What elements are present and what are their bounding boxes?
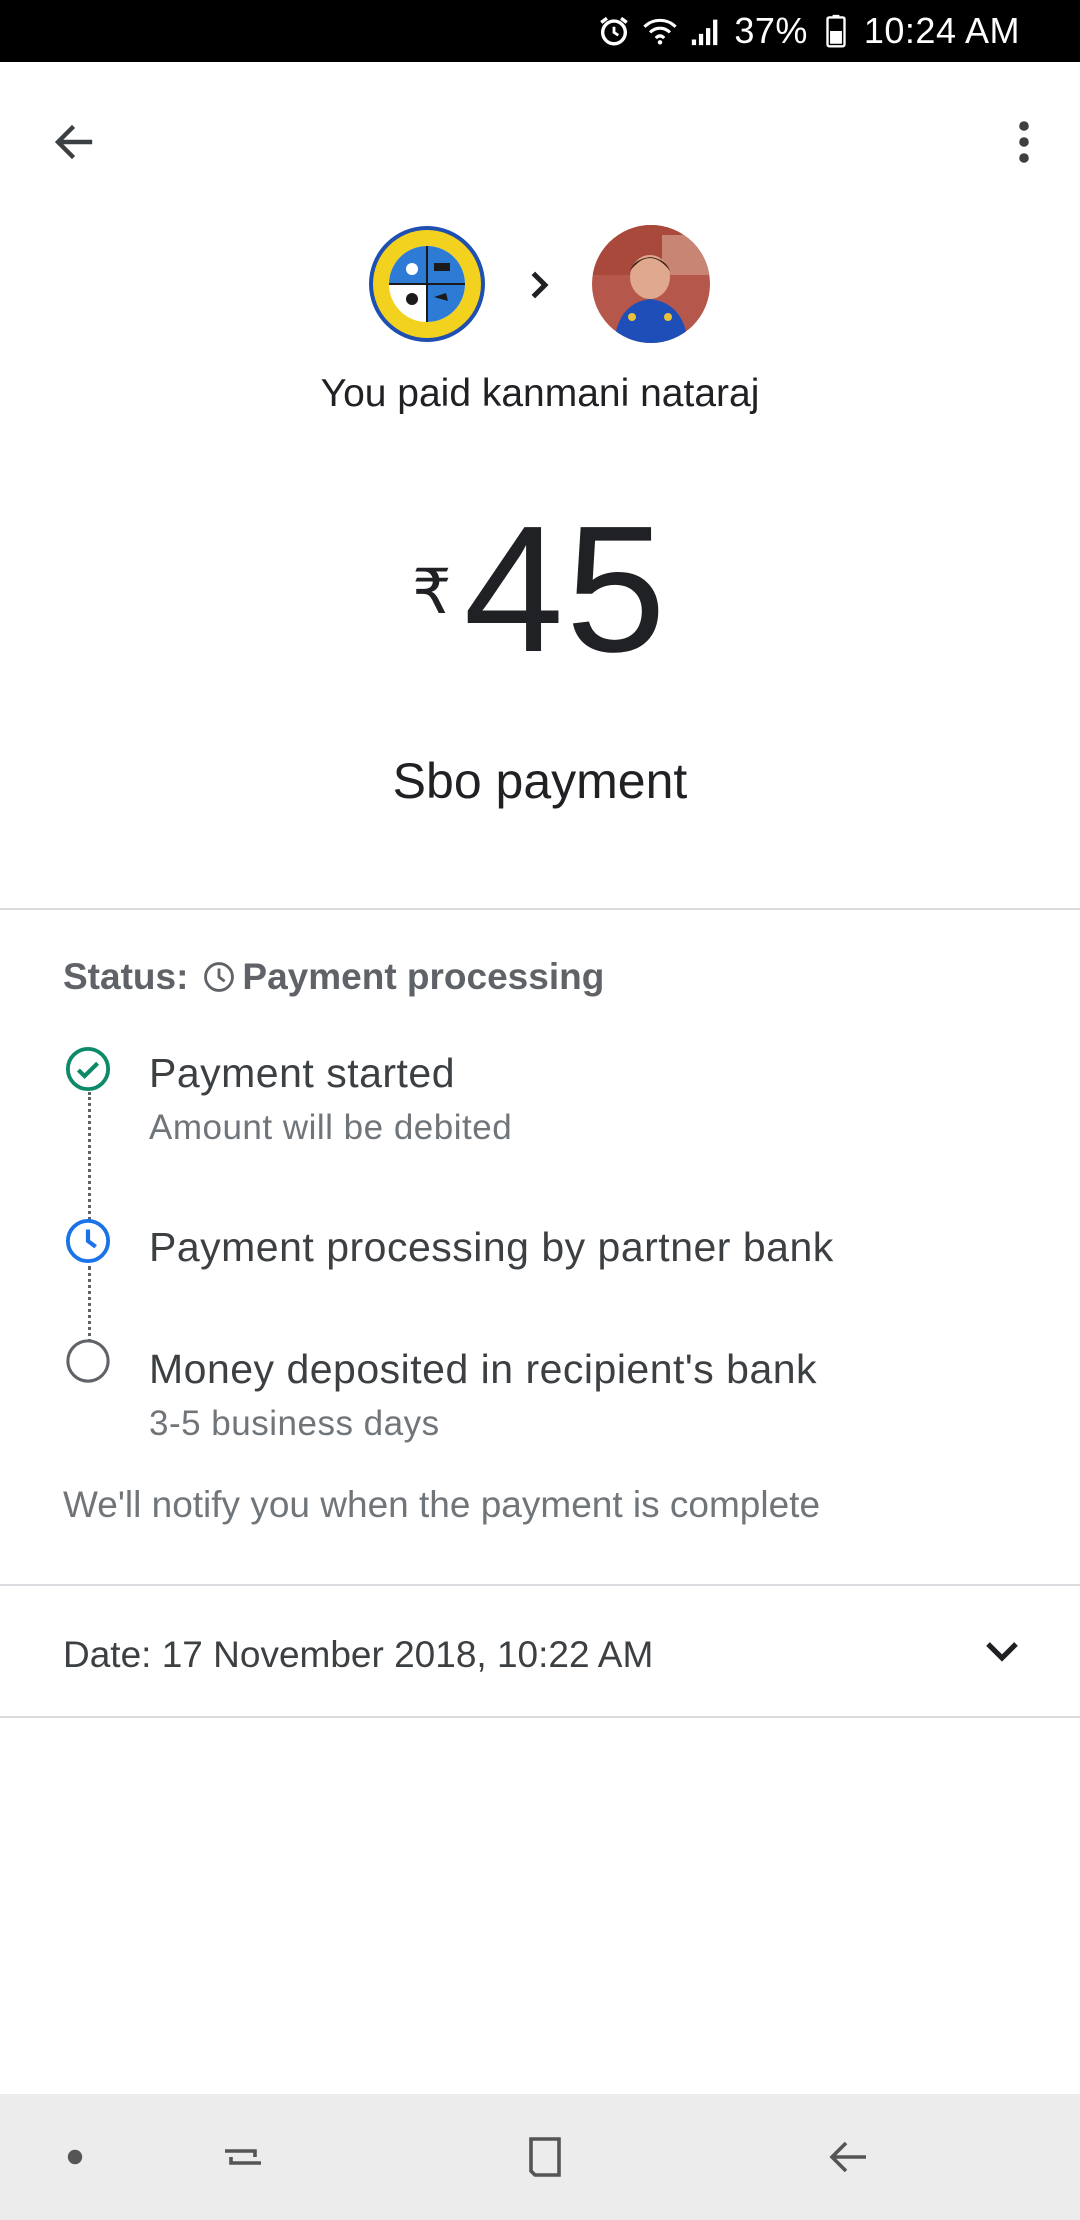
nav-back-icon[interactable] xyxy=(815,2124,881,2190)
battery-percent: 37% xyxy=(734,10,808,51)
payment-note: Sbo payment xyxy=(392,753,688,809)
clock-icon xyxy=(65,1218,111,1264)
clock-icon xyxy=(202,960,236,994)
notify-text: We'll notify you when the payment is com… xyxy=(63,1484,821,1525)
arrow-back-icon xyxy=(54,124,93,160)
payment-parties xyxy=(0,225,1080,345)
status-value: Payment processing xyxy=(242,956,605,997)
clock-time: 10:24 AM xyxy=(863,10,1020,51)
step-subtitle: Amount will be debited xyxy=(149,1108,513,1147)
recipient-photo xyxy=(592,225,710,343)
divider xyxy=(0,908,1080,910)
step-title: Money deposited in recipient's bank xyxy=(149,1346,818,1392)
amount-value: 45 xyxy=(463,489,668,690)
recent-apps-icon[interactable] xyxy=(210,2124,276,2190)
more-options-button[interactable] xyxy=(992,110,1056,174)
step-subtitle: 3-5 business days xyxy=(149,1404,440,1443)
more-vert-icon xyxy=(1019,121,1029,163)
paid-to-text: You paid kanmani nataraj xyxy=(320,372,760,415)
sender-avatar[interactable] xyxy=(368,225,486,343)
chevron-right-icon xyxy=(524,261,556,309)
battery-icon xyxy=(818,13,854,49)
alarm-icon xyxy=(596,13,632,49)
date-row[interactable]: Date: 17 November 2018, 10:22 AM xyxy=(0,1588,1080,1716)
recipient-avatar[interactable] xyxy=(592,225,710,343)
currency-symbol: ₹ xyxy=(412,558,452,627)
step-title: Payment started xyxy=(149,1050,456,1096)
status-bar: 37% 10:24 AM xyxy=(0,0,1080,62)
divider xyxy=(0,1584,1080,1586)
payment-amount: ₹45 xyxy=(0,500,1080,700)
back-button[interactable] xyxy=(42,110,106,174)
divider xyxy=(0,1716,1080,1718)
home-icon[interactable] xyxy=(512,2124,578,2190)
chevron-down-icon xyxy=(986,1642,1018,1662)
system-nav-bar xyxy=(0,2094,1080,2220)
signal-icon xyxy=(688,13,724,49)
check-circle-icon xyxy=(65,1046,111,1092)
empty-circle-icon xyxy=(66,1339,110,1383)
status-line: Status: Payment processing xyxy=(63,956,604,998)
status-label: Status: xyxy=(63,956,189,997)
wifi-icon xyxy=(642,13,678,49)
expand-details-button[interactable] xyxy=(976,1626,1028,1678)
payment-date: Date: 17 November 2018, 10:22 AM xyxy=(63,1634,654,1675)
sender-logo xyxy=(369,226,485,342)
app-bar xyxy=(0,62,1080,212)
dot-icon[interactable] xyxy=(42,2124,108,2190)
step-title: Payment processing by partner bank xyxy=(149,1224,834,1270)
